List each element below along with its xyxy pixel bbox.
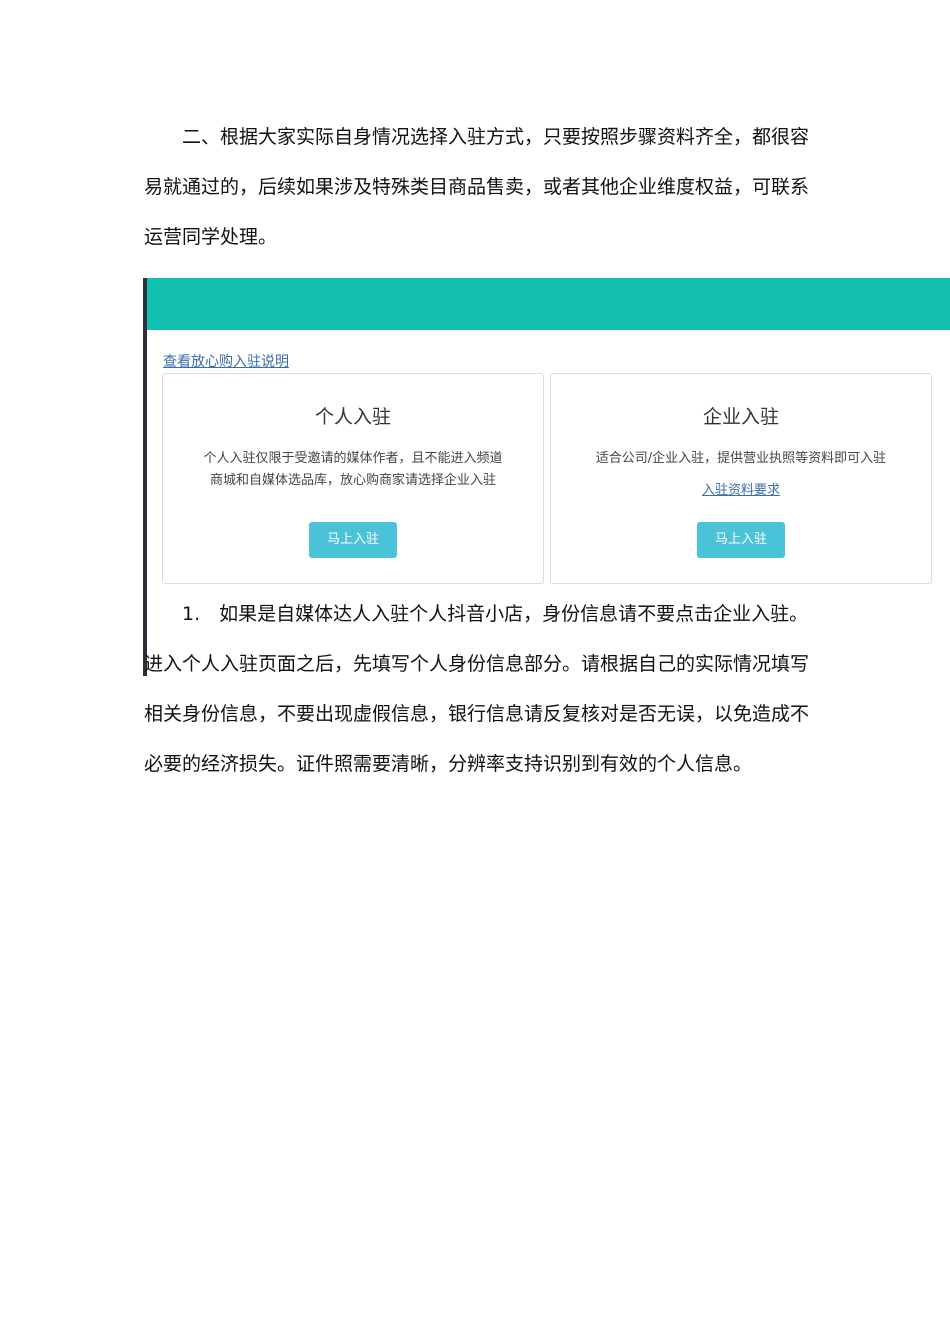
text-line: 二、根据大家实际自身情况选择入驻方式，只要按照步骤资料齐全，都很容 (144, 126, 810, 148)
card-title: 个人入驻 (314, 406, 391, 428)
text-line: 相关身份信息，不要出现虚假信息，银行信息请反复核对是否无误，以免造成不 (144, 703, 810, 725)
description-line: 适合公司/企业入驻，提供营业执照等资料即可入驻 (595, 451, 887, 466)
card-description: 适合公司/企业入驻，提供营业执照等资料即可入驻 (561, 448, 921, 470)
header-bar (147, 278, 950, 330)
onboarding-info-link[interactable]: 查看放心购入驻说明 (163, 351, 289, 371)
card-title: 企业入驻 (702, 406, 779, 428)
text-line: 1. 如果是自媒体达人入驻个人抖音小店，身份信息请不要点击企业入驻。 (144, 603, 809, 625)
requirements-link[interactable]: 入驻资料要求 (551, 479, 931, 498)
personal-join-button[interactable]: 马上入驻 (309, 522, 397, 558)
company-join-button[interactable]: 马上入驻 (697, 522, 785, 558)
text-line: 易就通过的，后续如果涉及特殊类目商品售卖，或者其他企业维度权益，可联系 (144, 176, 810, 198)
description-line: 商城和自媒体选品库，放心购商家请选择企业入驻 (209, 473, 496, 488)
text-line: 运营同学处理。 (144, 226, 278, 248)
card-description: 个人入驻仅限于受邀请的媒体作者，且不能进入频道 商城和自媒体选品库，放心购商家请… (173, 448, 533, 492)
text-line: 进入个人入驻页面之后，先填写个人身份信息部分。请根据自己的实际情况填写 (144, 653, 810, 675)
intro-paragraph: 二、根据大家实际自身情况选择入驻方式，只要按照步骤资料齐全，都很容 易就通过的，… (144, 112, 824, 262)
company-entry-card: 企业入驻 适合公司/企业入驻，提供营业执照等资料即可入驻 入驻资料要求 马上入驻 (550, 373, 932, 584)
description-line: 个人入驻仅限于受邀请的媒体作者，且不能进入频道 (203, 451, 503, 466)
step-paragraph: 1. 如果是自媒体达人入驻个人抖音小店，身份信息请不要点击企业入驻。 进入个人入… (144, 589, 824, 789)
text-line: 必要的经济损失。证件照需要清晰，分辨率支持识别到有效的个人信息。 (144, 753, 753, 775)
personal-entry-card: 个人入驻 个人入驻仅限于受邀请的媒体作者，且不能进入频道 商城和自媒体选品库，放… (162, 373, 544, 584)
